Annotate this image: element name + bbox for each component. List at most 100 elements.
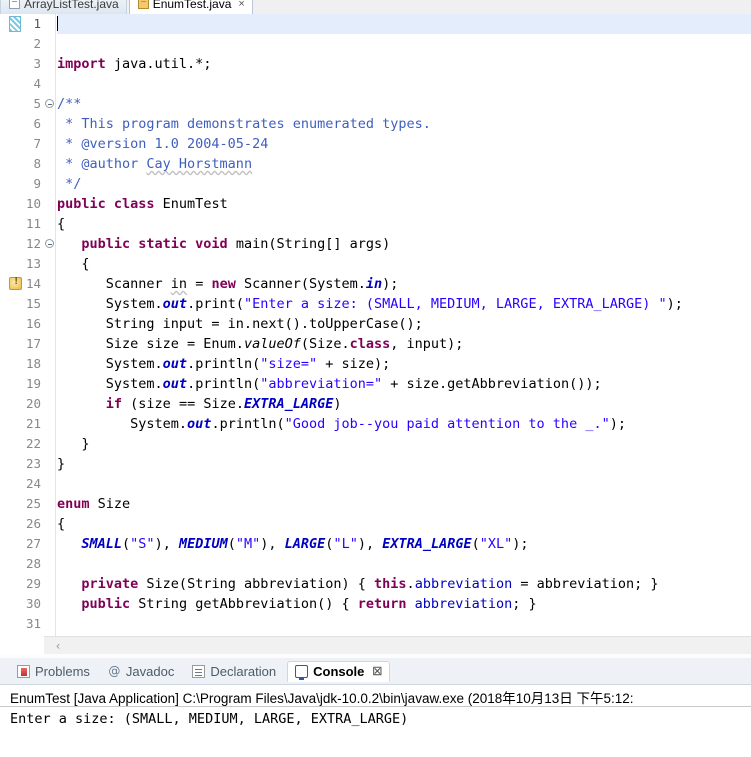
line-number: 18	[25, 356, 41, 371]
fold-collapse-icon[interactable]	[44, 234, 55, 254]
code-token: }	[57, 456, 66, 472]
editor-tab-enumtest-java[interactable]: EnumTest.java ×	[128, 0, 253, 14]
line-number: 13	[25, 256, 41, 271]
code-line[interactable]	[57, 614, 751, 634]
code-token: ; }	[512, 596, 537, 612]
view-tab-declaration[interactable]: Declaration	[185, 662, 283, 681]
fold-collapse-icon[interactable]	[44, 94, 55, 114]
line-number: 23	[25, 456, 41, 471]
code-line[interactable]: {	[57, 214, 751, 234]
code-token: {	[57, 216, 66, 232]
code-token: abbreviation	[414, 596, 513, 612]
gutter-row	[8, 354, 22, 374]
code-line[interactable]: public static void main(String[] args)	[57, 234, 751, 254]
code-token: (	[471, 536, 480, 552]
declaration-icon	[192, 664, 206, 678]
code-line[interactable]: {	[57, 514, 751, 534]
code-token: * @version 1.0 2004-05-24	[57, 136, 269, 152]
view-tab-label: Console	[313, 664, 365, 679]
code-token: SMALL	[81, 536, 123, 552]
code-line[interactable]: public String getAbbreviation() { return…	[57, 594, 751, 614]
gutter-row	[8, 54, 22, 74]
code-line[interactable]: String input = in.next().toUpperCase();	[57, 314, 751, 334]
code-line[interactable]: import java.util.*;	[57, 54, 751, 74]
code-token: String input = in.next().toUpperCase();	[57, 316, 423, 332]
code-token: EXTRA_LARGE	[382, 536, 472, 552]
line-number: 8	[33, 156, 41, 171]
code-line[interactable]	[57, 14, 751, 34]
line-number: 29	[25, 576, 41, 591]
code-token: );	[666, 296, 683, 312]
code-token: Scanner	[57, 276, 171, 292]
line-number: 28	[25, 556, 41, 571]
gutter-row	[8, 574, 22, 594]
gutter-row	[8, 454, 22, 474]
fold-collapse-icon[interactable]	[45, 99, 54, 108]
code-line[interactable]	[57, 474, 751, 494]
code-line[interactable]	[57, 554, 751, 574]
gutter-row	[8, 214, 22, 234]
code-line[interactable]: * This program demonstrates enumerated t…	[57, 114, 751, 134]
code-line[interactable]: /**	[57, 94, 751, 114]
view-tab-console[interactable]: Console ☒	[287, 661, 391, 682]
editor-tab-bar: ArrayListTest.java EnumTest.java ×	[0, 0, 751, 14]
code-line[interactable]: * @version 1.0 2004-05-24	[57, 134, 751, 154]
code-line[interactable]: System.out.println("Good job--you paid a…	[57, 414, 751, 434]
editor-annotation-gutter[interactable]	[8, 14, 22, 636]
scrollbar-corner	[0, 636, 44, 654]
code-token: String getAbbreviation() {	[130, 596, 358, 612]
code-line[interactable]	[57, 34, 751, 54]
code-token: public static void	[81, 236, 228, 252]
code-line[interactable]: {	[57, 254, 751, 274]
code-line[interactable]: System.out.println("abbreviation=" + siz…	[57, 374, 751, 394]
view-tab-javadoc[interactable]: @ Javadoc	[101, 662, 181, 681]
editor-tab-arraylisttest-java[interactable]: ArrayListTest.java	[0, 0, 127, 14]
console-output-area[interactable]: Enter a size: (SMALL, MEDIUM, LARGE, EXT…	[0, 707, 751, 757]
code-line[interactable]: if (size == Size.EXTRA_LARGE)	[57, 394, 751, 414]
view-tab-problems[interactable]: Problems	[10, 662, 97, 681]
line-number: 11	[25, 216, 41, 231]
code-editor[interactable]: 1234567891011121314151617181920212223242…	[0, 14, 751, 636]
line-number: 16	[25, 316, 41, 331]
code-token: {	[57, 516, 66, 532]
close-icon[interactable]: ×	[238, 0, 244, 10]
code-token: ),	[357, 536, 383, 552]
code-line[interactable]	[57, 74, 751, 94]
code-line[interactable]: }	[57, 454, 751, 474]
line-number: 10	[25, 196, 41, 211]
code-token: System.	[57, 356, 163, 372]
scroll-left-arrow-icon[interactable]: ‹	[50, 637, 66, 655]
code-line[interactable]: private Size(String abbreviation) { this…	[57, 574, 751, 594]
code-line[interactable]: System.out.println("size=" + size);	[57, 354, 751, 374]
code-line[interactable]: * @author Cay Horstmann	[57, 154, 751, 174]
code-line[interactable]: Scanner in = new Scanner(System.in);	[57, 274, 751, 294]
close-icon[interactable]: ☒	[372, 665, 382, 678]
editor-folding-ruler[interactable]	[44, 14, 56, 636]
warning-icon[interactable]	[9, 276, 22, 290]
code-line[interactable]: Size size = Enum.valueOf(Size.class, inp…	[57, 334, 751, 354]
code-line[interactable]: }	[57, 434, 751, 454]
editor-horizontal-scrollbar[interactable]: ‹	[44, 636, 751, 654]
line-number: 31	[25, 616, 41, 631]
code-line[interactable]: System.out.print("Enter a size: (SMALL, …	[57, 294, 751, 314]
code-line[interactable]: */	[57, 174, 751, 194]
editor-text-area[interactable]: import java.util.*; /** * This program de…	[57, 14, 751, 636]
code-line[interactable]: enum Size	[57, 494, 751, 514]
code-token: if	[105, 396, 123, 412]
code-line[interactable]: public class EnumTest	[57, 194, 751, 214]
fold-collapse-icon[interactable]	[45, 239, 54, 248]
code-line[interactable]: SMALL("S"), MEDIUM("M"), LARGE("L"), EXT…	[57, 534, 751, 554]
warning-marker-icon[interactable]	[8, 274, 22, 294]
code-token: out	[187, 416, 212, 432]
code-token: ),	[154, 536, 179, 552]
